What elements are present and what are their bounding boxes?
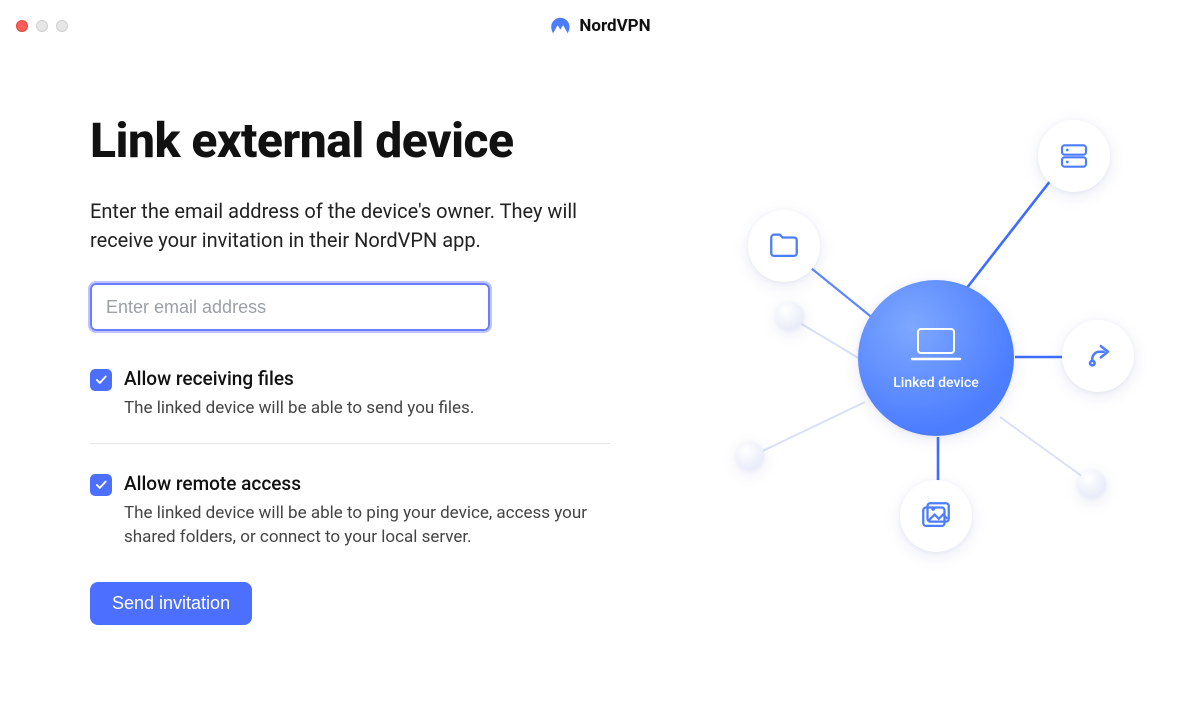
laptop-icon	[908, 325, 964, 365]
window-controls	[16, 20, 68, 32]
diagram-node-server	[1038, 120, 1110, 192]
allow-files-desc: The linked device will be able to send y…	[124, 396, 474, 421]
close-window-button[interactable]	[16, 20, 28, 32]
diagram-node-dot	[776, 302, 804, 330]
allow-remote-checkbox[interactable]	[90, 474, 112, 496]
maximize-window-button[interactable]	[56, 20, 68, 32]
check-icon	[94, 373, 108, 387]
option-divider	[90, 443, 610, 444]
check-icon	[94, 478, 108, 492]
page-subtitle: Enter the email address of the device's …	[90, 197, 610, 255]
send-invitation-button[interactable]: Send invitation	[90, 582, 252, 625]
allow-files-label: Allow receiving files	[124, 367, 474, 390]
page-title: Link external device	[90, 112, 650, 169]
diagram-node-center: Linked device	[858, 280, 1014, 436]
illustration-panel: Linked device	[690, 112, 1110, 625]
option-allow-receiving-files: Allow receiving files The linked device …	[90, 361, 650, 443]
option-allow-remote-access: Allow remote access The linked device wi…	[90, 466, 650, 572]
app-brand: NordVPN	[549, 15, 650, 37]
email-input[interactable]	[90, 283, 490, 331]
app-brand-name: NordVPN	[579, 16, 650, 36]
image-icon	[919, 499, 953, 533]
network-diagram: Linked device	[690, 102, 1150, 602]
diagram-node-image	[900, 480, 972, 552]
server-icon	[1058, 140, 1090, 172]
window-titlebar: NordVPN	[0, 0, 1200, 52]
form-panel: Link external device Enter the email add…	[90, 112, 650, 625]
nordvpn-logo-icon	[549, 15, 571, 37]
diagram-node-share	[1062, 320, 1134, 392]
diagram-node-folder	[748, 210, 820, 282]
share-icon	[1081, 339, 1115, 373]
allow-files-checkbox[interactable]	[90, 369, 112, 391]
folder-icon	[767, 229, 801, 263]
diagram-center-label: Linked device	[893, 375, 979, 391]
diagram-node-dot	[1078, 470, 1106, 498]
minimize-window-button[interactable]	[36, 20, 48, 32]
diagram-node-dot	[736, 442, 764, 470]
allow-remote-desc: The linked device will be able to ping y…	[124, 501, 604, 550]
allow-remote-label: Allow remote access	[124, 472, 604, 495]
